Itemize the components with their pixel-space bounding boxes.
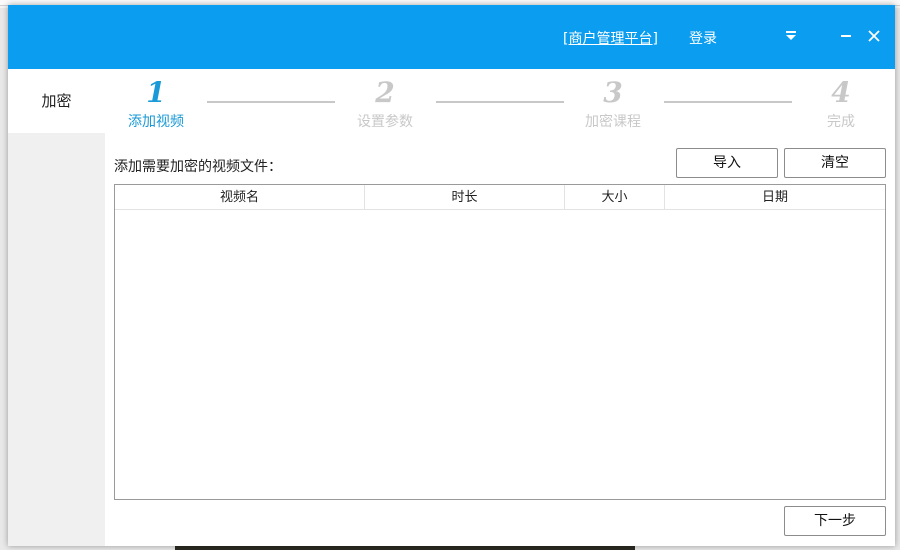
step-label: 添加视频 [128,114,184,130]
step-number: 3 [603,76,623,109]
step-number: 4 [831,76,851,109]
step-connector [207,101,335,103]
table-header: 视频名 时长 大小 日期 [115,185,885,210]
step-label: 完成 [827,114,855,130]
close-icon[interactable] [864,25,884,47]
video-file-table[interactable]: 视频名 时长 大小 日期 [114,184,886,500]
step-number: 2 [375,76,395,109]
import-button[interactable]: 导入 [676,148,778,178]
login-link[interactable]: 登录 [689,28,717,48]
step-encrypt-course: 3 加密课程 [573,77,653,131]
step-label: 设置参数 [357,114,413,130]
step-number: 1 [146,76,166,109]
merchant-platform-link[interactable]: [商户管理平台] [563,28,658,48]
step-connector [664,101,792,103]
step-set-params: 2 设置参数 [345,77,425,131]
dropdown-icon[interactable] [781,25,801,47]
column-header-video-name[interactable]: 视频名 [115,185,365,210]
title-bar: [商户管理平台] 登录 [8,5,895,69]
minimize-icon[interactable] [836,25,856,47]
step-connector [436,101,564,103]
step-add-video: 1 添加视频 [116,77,196,131]
sidebar-item-encrypt[interactable]: 加密 [8,69,105,133]
sidebar: 加密 [8,69,105,546]
add-files-prompt: 添加需要加密的视频文件： [114,159,282,175]
column-header-size[interactable]: 大小 [565,185,665,210]
step-label: 加密课程 [585,114,641,130]
app-window: [商户管理平台] 登录 加密 1 添加视频 2 设置参数 3 加密课程 4 完成… [8,5,895,546]
column-header-date[interactable]: 日期 [665,185,885,210]
column-header-duration[interactable]: 时长 [365,185,565,210]
step-finish: 4 完成 [801,77,881,131]
clear-button[interactable]: 清空 [784,148,886,178]
next-step-button[interactable]: 下一步 [784,506,886,536]
